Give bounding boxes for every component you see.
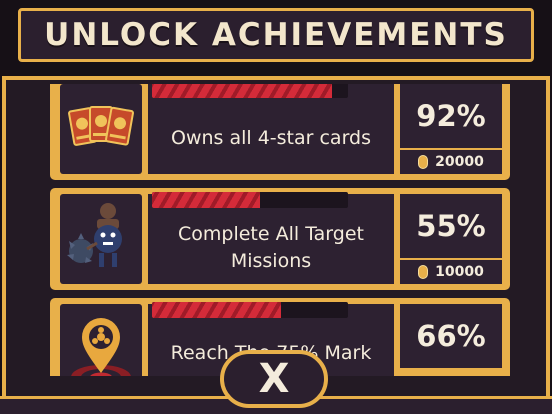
page-title: UNLOCK ACHIEVEMENTS (44, 17, 508, 53)
reward-box: 20000 (400, 150, 502, 174)
achievement-side: 55% 10000 (400, 194, 502, 284)
achievement-side: 66% (400, 304, 502, 376)
reward-box: 10000 (400, 260, 502, 284)
coin-icon (418, 155, 429, 169)
cards-icon (60, 84, 142, 174)
progress-bar (152, 302, 348, 318)
achievement-percent: 66% (400, 304, 502, 368)
achievement-description: Complete All Target Missions (178, 223, 364, 272)
achievement-side: 92% 20000 (400, 84, 502, 174)
close-button[interactable]: X (220, 350, 328, 408)
coin-icon (418, 265, 429, 279)
achievement-main: Complete All Target Missions (148, 192, 394, 284)
progress-bar-fill (152, 192, 260, 208)
progress-bar-fill (152, 84, 333, 98)
map-pin-target-icon (60, 304, 142, 376)
achievement-card: Complete All Target Missions 55% 10000 (50, 188, 510, 290)
reward-amount: 10000 (435, 264, 484, 280)
progress-bar-fill (152, 302, 282, 318)
progress-bar (152, 84, 348, 98)
achievements-list[interactable]: Owns all 4-star cards 92% 20000 Complete… (10, 84, 542, 376)
achievement-description: Owns all 4-star cards (170, 126, 372, 149)
robot-mace-icon (60, 194, 142, 284)
title-banner: UNLOCK ACHIEVEMENTS (18, 8, 534, 62)
reward-amount: 20000 (435, 154, 484, 170)
achievement-percent: 55% (400, 194, 502, 258)
close-icon: X (258, 356, 290, 402)
achievement-percent: 92% (400, 84, 502, 148)
progress-bar (152, 192, 348, 208)
achievement-card: Owns all 4-star cards 92% 20000 (50, 84, 510, 180)
achievement-main: Owns all 4-star cards (148, 84, 394, 174)
